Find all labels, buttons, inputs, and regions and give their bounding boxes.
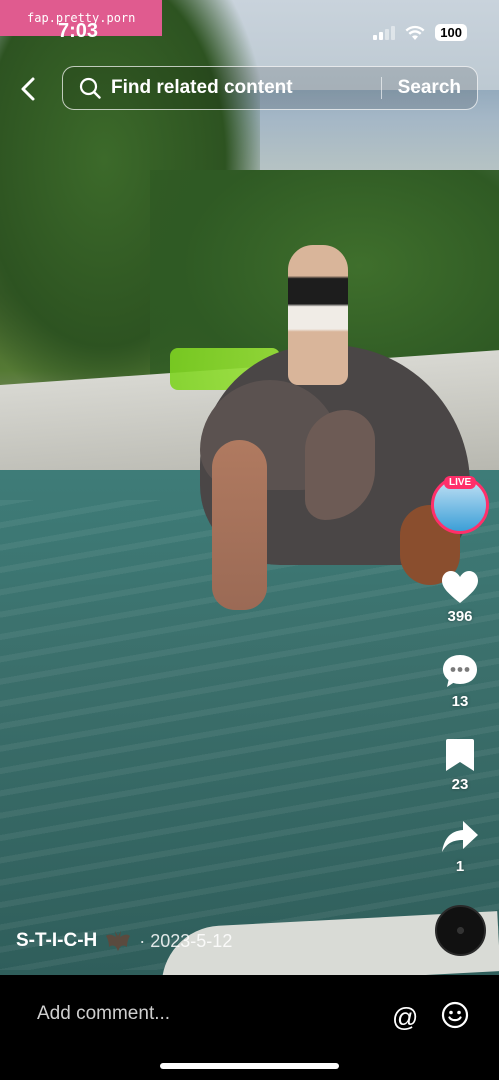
search-icon xyxy=(79,77,101,99)
bookmark-icon[interactable] xyxy=(445,738,475,772)
save-action[interactable]: 23 xyxy=(432,738,488,793)
live-badge: LIVE xyxy=(444,476,477,489)
search-bar[interactable]: Find related content Search xyxy=(62,66,478,110)
back-arrow-icon[interactable] xyxy=(16,74,42,104)
mention-button[interactable]: @ xyxy=(392,1002,418,1033)
share-action[interactable]: 1 xyxy=(432,820,488,875)
share-count: 1 xyxy=(455,858,465,875)
video-player[interactable] xyxy=(0,0,499,975)
search-button[interactable]: Search xyxy=(382,77,477,99)
comment-bubble-icon[interactable] xyxy=(441,653,479,689)
video-elephant-trunk xyxy=(212,440,267,610)
author-username[interactable]: S-T-I-C-H xyxy=(16,930,97,952)
home-indicator[interactable] xyxy=(160,1063,339,1069)
status-time: 7:03 xyxy=(58,20,99,42)
wifi-icon xyxy=(405,25,425,40)
save-count: 23 xyxy=(451,776,469,793)
status-bar: 100 xyxy=(373,24,467,41)
comment-bar: Add comment... @ xyxy=(0,975,499,1080)
like-count: 396 xyxy=(447,608,473,625)
like-action[interactable]: 396 xyxy=(432,570,488,625)
emoji-icon[interactable] xyxy=(441,1001,469,1029)
share-arrow-icon[interactable] xyxy=(441,820,479,854)
comment-action[interactable]: 13 xyxy=(432,653,488,710)
bat-emoji-icon xyxy=(106,931,131,951)
comment-input[interactable]: Add comment... xyxy=(37,1003,170,1025)
caption: S-T-I-C-H · 2023-5-12 xyxy=(16,930,232,952)
post-date: · 2023-5-12 xyxy=(139,930,233,951)
search-input[interactable]: Find related content xyxy=(111,77,381,99)
heart-icon[interactable] xyxy=(441,570,479,604)
video-rider xyxy=(288,245,348,385)
signal-icon xyxy=(373,25,396,40)
comment-count: 13 xyxy=(451,693,469,710)
battery-indicator: 100 xyxy=(435,24,467,41)
music-disc-icon[interactable] xyxy=(435,905,486,956)
